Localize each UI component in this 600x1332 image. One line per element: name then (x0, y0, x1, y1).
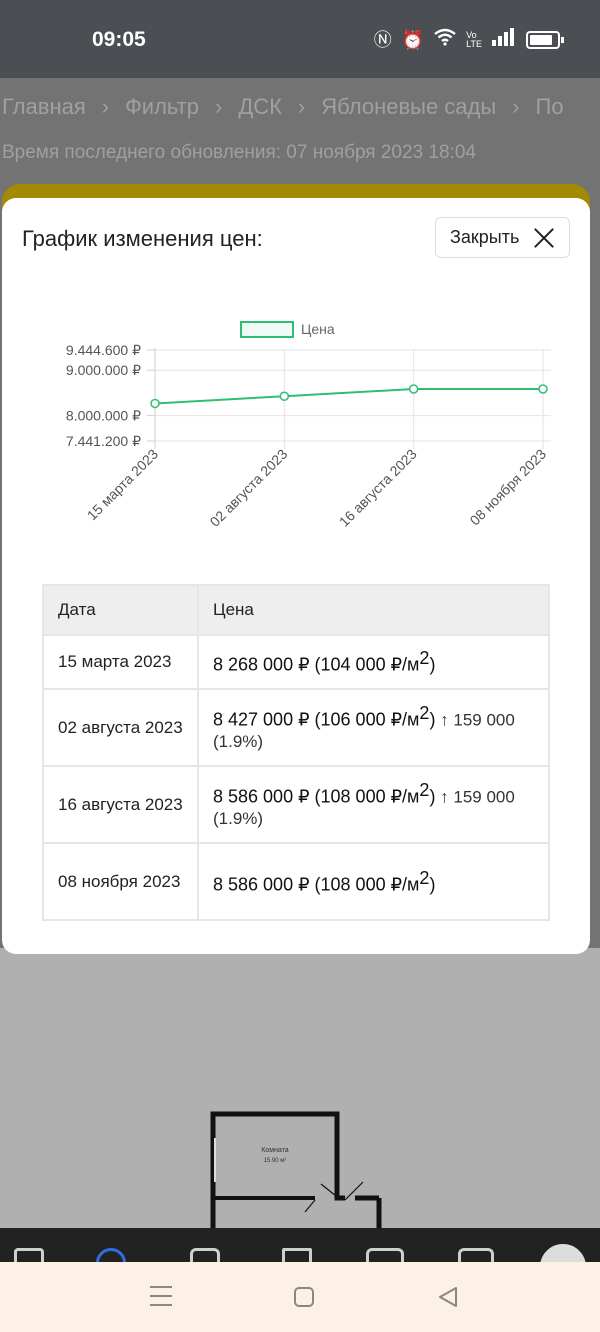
messages-nav-icon[interactable] (366, 1248, 404, 1262)
breadcrumb-home[interactable]: Главная (2, 94, 86, 120)
breadcrumb: Главная › Фильтр › ДСК › Яблоневые сады … (2, 94, 580, 120)
row-price-value: 8 586 000 ₽ (108 000 ₽/м (213, 874, 420, 895)
status-bar: 09:05 Ⓝ ⏰ Vo LTE (0, 0, 600, 78)
nfc-icon: Ⓝ (373, 29, 392, 50)
last-updated-text: Время последнего обновления: 07 ноября 2… (2, 142, 476, 163)
row-date: 02 августа 2023 (42, 688, 199, 767)
row-price-close: ) (429, 874, 436, 895)
column-header-date: Дата (42, 584, 199, 636)
column-header-price: Цена (197, 584, 550, 636)
modal-title: График изменения цен: (22, 226, 263, 251)
home-nav-icon[interactable] (14, 1248, 44, 1262)
table-header-row: Дата Цена (42, 584, 550, 636)
table-row: 02 августа 2023 8 427 000 ₽ (106 000 ₽/м… (42, 688, 550, 767)
system-nav-bar (0, 1262, 600, 1332)
row-price-value: 8 586 000 ₽ (108 000 ₽/м (213, 786, 420, 807)
y-tick-label: 9.444.600 ₽ (66, 342, 141, 358)
x-tick-label: 16 августа 2023 (336, 446, 420, 530)
favorites-nav-icon[interactable] (282, 1248, 312, 1262)
close-icon (533, 227, 555, 249)
search-nav-icon[interactable] (96, 1248, 126, 1262)
data-point (538, 384, 548, 394)
price-chart: Цена 9.444.600 ₽ 9.000.000 ₽ 8.000.000 ₽ 7.4… (66, 321, 551, 530)
status-time: 09:05 (92, 28, 146, 51)
layers-nav-icon[interactable] (458, 1248, 494, 1262)
legend-label: Цена (301, 321, 335, 337)
chevron-right-icon: › (214, 94, 223, 119)
price-table: Дата Цена 15 марта 2023 8 268 000 ₽ (104… (42, 584, 550, 921)
chevron-right-icon: › (512, 94, 520, 119)
x-tick-label: 02 августа 2023 (207, 446, 291, 530)
price-history-modal: График изменения цен: Закрыть Цена 9.444.… (2, 198, 590, 954)
row-date: 15 марта 2023 (42, 634, 199, 690)
menu-icon[interactable] (150, 1286, 172, 1308)
table-row: 15 марта 2023 8 268 000 ₽ (104 000 ₽/м2) (42, 634, 550, 690)
breadcrumb-filter[interactable]: Фильтр (125, 94, 199, 120)
breadcrumb-complex[interactable]: Яблоневые сады (321, 94, 496, 120)
close-button[interactable]: Закрыть (435, 217, 570, 258)
avatar[interactable] (540, 1244, 586, 1262)
volte-icon: Vo LTE (466, 29, 482, 49)
plan-room-label: Комната (261, 1147, 289, 1154)
alarm-icon: ⏰ (401, 29, 425, 50)
series-line (154, 388, 543, 405)
battery-icon (526, 30, 564, 49)
status-icons: Ⓝ ⏰ Vo LTE (373, 28, 564, 51)
breadcrumb-current[interactable]: По (536, 94, 564, 120)
close-button-label: Закрыть (450, 227, 520, 247)
home-square-icon[interactable] (294, 1287, 314, 1307)
y-tick-label: 8.000.000 ₽ (66, 408, 141, 424)
x-tick-label: 15 марта 2023 (84, 446, 162, 524)
row-price: 8 427 000 ₽ (106 000 ₽/м2) ↑ 159 000 (1.… (197, 688, 550, 767)
row-price: 8 268 000 ₽ (104 000 ₽/м2) (197, 634, 550, 690)
data-point (408, 384, 419, 394)
breadcrumb-developer[interactable]: ДСК (238, 94, 282, 120)
app-bottom-nav (0, 1228, 600, 1262)
row-price-unit-sup: 2 (419, 702, 430, 723)
row-price: 8 586 000 ₽ (108 000 ₽/м2) ↑ 159 000 (1.… (197, 765, 550, 844)
table-row: 08 ноября 2023 8 586 000 ₽ (108 000 ₽/м2… (42, 842, 550, 921)
plan-room-area: 15.90 м² (264, 1158, 287, 1164)
chevron-right-icon: › (101, 94, 110, 119)
row-price-value: 8 268 000 ₽ (104 000 ₽/м (213, 654, 420, 675)
row-price-unit-sup: 2 (419, 867, 430, 888)
legend-swatch (240, 321, 294, 338)
y-tick-label: 9.000.000 ₽ (66, 362, 141, 378)
table-row: 16 августа 2023 8 586 000 ₽ (108 000 ₽/м… (42, 765, 550, 844)
wifi-icon (434, 28, 456, 51)
row-price-unit-sup: 2 (419, 648, 430, 669)
row-date: 08 ноября 2023 (42, 842, 199, 921)
row-price-unit-sup: 2 (419, 779, 430, 800)
row-price-close: ) (429, 654, 436, 675)
signal-icon (492, 28, 516, 51)
chevron-right-icon: › (297, 94, 306, 119)
row-date: 16 августа 2023 (42, 765, 199, 844)
data-point (279, 391, 290, 401)
row-price-value: 8 427 000 ₽ (106 000 ₽/м (213, 709, 420, 730)
x-tick-label: 08 ноября 2023 (467, 446, 550, 529)
catalog-nav-icon[interactable] (190, 1248, 220, 1262)
data-point (150, 398, 160, 409)
row-price: 8 586 000 ₽ (108 000 ₽/м2) (197, 842, 550, 921)
y-tick-label: 7.441.200 ₽ (66, 433, 141, 449)
floor-plan[interactable]: Комната 15.90 м² (205, 1108, 395, 1233)
